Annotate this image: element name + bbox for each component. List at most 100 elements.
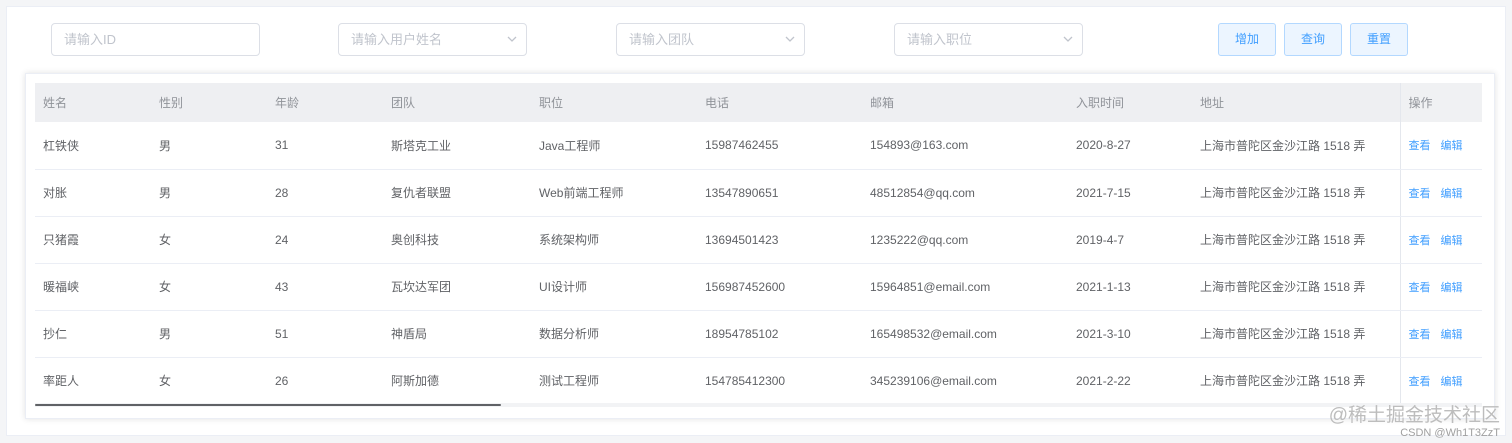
query-button[interactable]: 查询 (1284, 23, 1342, 56)
cell-name: 率距人 (35, 357, 151, 405)
header-name: 姓名 (35, 83, 151, 122)
cell-email: 48512854@qq.com (862, 169, 1068, 217)
header-address: 地址 (1192, 83, 1400, 122)
table-row: 抄仁 男 51 神盾局 数据分析师 18954785102 165498532@… (35, 310, 1482, 358)
reset-button[interactable]: 重置 (1350, 23, 1408, 56)
cell-actions: 查看 编辑 (1399, 216, 1482, 264)
cell-email: 345239106@email.com (862, 357, 1068, 405)
cell-email: 165498532@email.com (862, 310, 1068, 358)
chevron-down-icon (1063, 36, 1073, 42)
edit-link[interactable]: 编辑 (1441, 140, 1463, 152)
view-link[interactable]: 查看 (1409, 188, 1431, 200)
cell-email: 1235222@qq.com (862, 216, 1068, 264)
cell-actions: 查看 编辑 (1399, 169, 1482, 217)
header-actions: 操作 (1399, 83, 1482, 122)
header-gender: 性别 (151, 83, 267, 122)
cell-position: 数据分析师 (531, 310, 697, 358)
table-header-row: 姓名 性别 年龄 团队 职位 电话 邮箱 入职时间 地址 操作 (35, 83, 1482, 122)
cell-phone: 13694501423 (697, 216, 862, 264)
cell-team: 瓦坎达军团 (383, 263, 531, 311)
cell-email: 154893@163.com (862, 122, 1068, 170)
name-select[interactable]: 请输入用户姓名 (338, 23, 527, 56)
cell-address: 上海市普陀区金沙江路 1518 弄 (1192, 169, 1400, 217)
cell-address: 上海市普陀区金沙江路 1518 弄 (1192, 310, 1400, 358)
edit-link[interactable]: 编辑 (1441, 376, 1463, 388)
cell-gender: 男 (151, 310, 267, 358)
cell-address: 上海市普陀区金沙江路 1518 弄 (1192, 122, 1400, 170)
cell-name: 抄仁 (35, 310, 151, 358)
cell-actions: 查看 编辑 (1399, 122, 1482, 170)
header-team: 团队 (383, 83, 531, 122)
cell-position: UI设计师 (531, 263, 697, 311)
cell-name: 暖福峡 (35, 263, 151, 311)
id-input-wrapper[interactable] (51, 23, 260, 56)
table-row: 对胀 男 28 复仇者联盟 Web前端工程师 13547890651 48512… (35, 169, 1482, 217)
team-select[interactable]: 请输入团队 (616, 23, 805, 56)
cell-hire-date: 2020-8-27 (1068, 122, 1192, 170)
edit-link[interactable]: 编辑 (1441, 235, 1463, 247)
cell-team: 阿斯加德 (383, 357, 531, 405)
cell-age: 26 (267, 357, 383, 405)
cell-address: 上海市普陀区金沙江路 1518 弄 (1192, 216, 1400, 264)
cell-phone: 156987452600 (697, 263, 862, 311)
name-select-placeholder: 请输入用户姓名 (351, 32, 443, 47)
header-age: 年龄 (267, 83, 383, 122)
cell-email: 15964851@email.com (862, 263, 1068, 311)
cell-gender: 女 (151, 263, 267, 311)
user-table: 姓名 性别 年龄 团队 职位 电话 邮箱 入职时间 地址 操作 杠铁侠 男 31 (35, 83, 1482, 405)
cell-gender: 女 (151, 216, 267, 264)
view-link[interactable]: 查看 (1409, 235, 1431, 247)
watermark-main: @稀土掘金技术社区 (1328, 405, 1500, 426)
table-row: 只猪霞 女 24 奥创科技 系统架构师 13694501423 1235222@… (35, 216, 1482, 264)
cell-name: 只猪霞 (35, 216, 151, 264)
cell-hire-date: 2019-4-7 (1068, 216, 1192, 264)
edit-link[interactable]: 编辑 (1441, 188, 1463, 200)
horizontal-scrollbar-thumb[interactable] (35, 404, 501, 406)
cell-team: 神盾局 (383, 310, 531, 358)
cell-phone: 13547890651 (697, 169, 862, 217)
add-button[interactable]: 增加 (1218, 23, 1276, 56)
watermark-sub: CSDN @Wh1T3ZzT (1400, 427, 1500, 439)
cell-team: 奥创科技 (383, 216, 531, 264)
header-email: 邮箱 (862, 83, 1068, 122)
table-row: 暖福峡 女 43 瓦坎达军团 UI设计师 156987452600 159648… (35, 263, 1482, 311)
view-link[interactable]: 查看 (1409, 376, 1431, 388)
cell-position: 系统架构师 (531, 216, 697, 264)
cell-phone: 15987462455 (697, 122, 862, 170)
page-container: 请输入用户姓名 请输入团队 请输入职位 增加 查询 重置 姓名 性别 (6, 6, 1506, 436)
cell-hire-date: 2021-7-15 (1068, 169, 1192, 217)
view-link[interactable]: 查看 (1409, 140, 1431, 152)
view-link[interactable]: 查看 (1409, 329, 1431, 341)
header-hire-date: 入职时间 (1068, 83, 1192, 122)
cell-position: 测试工程师 (531, 357, 697, 405)
edit-link[interactable]: 编辑 (1441, 329, 1463, 341)
header-phone: 电话 (697, 83, 862, 122)
position-select[interactable]: 请输入职位 (894, 23, 1083, 56)
cell-gender: 男 (151, 122, 267, 170)
id-input[interactable] (64, 24, 259, 55)
cell-age: 24 (267, 216, 383, 264)
cell-age: 28 (267, 169, 383, 217)
cell-hire-date: 2021-2-22 (1068, 357, 1192, 405)
filter-bar: 请输入用户姓名 请输入团队 请输入职位 增加 查询 重置 (7, 7, 1505, 71)
table-row: 杠铁侠 男 31 斯塔克工业 Java工程师 15987462455 15489… (35, 122, 1482, 170)
cell-address: 上海市普陀区金沙江路 1518 弄 (1192, 357, 1400, 405)
cell-age: 43 (267, 263, 383, 311)
cell-name: 对胀 (35, 169, 151, 217)
chevron-down-icon (507, 36, 517, 42)
cell-actions: 查看 编辑 (1399, 357, 1482, 405)
cell-team: 复仇者联盟 (383, 169, 531, 217)
cell-age: 51 (267, 310, 383, 358)
team-select-placeholder: 请输入团队 (629, 32, 695, 47)
header-position: 职位 (531, 83, 697, 122)
view-link[interactable]: 查看 (1409, 282, 1431, 294)
cell-phone: 154785412300 (697, 357, 862, 405)
cell-name: 杠铁侠 (35, 122, 151, 170)
watermark: @稀土掘金技术社区 CSDN @Wh1T3ZzT (1329, 405, 1500, 439)
cell-address: 上海市普陀区金沙江路 1518 弄 (1192, 263, 1400, 311)
cell-age: 31 (267, 122, 383, 170)
cell-gender: 男 (151, 169, 267, 217)
cell-actions: 查看 编辑 (1399, 310, 1482, 358)
table-card: 姓名 性别 年龄 团队 职位 电话 邮箱 入职时间 地址 操作 杠铁侠 男 31 (25, 73, 1495, 419)
edit-link[interactable]: 编辑 (1441, 282, 1463, 294)
